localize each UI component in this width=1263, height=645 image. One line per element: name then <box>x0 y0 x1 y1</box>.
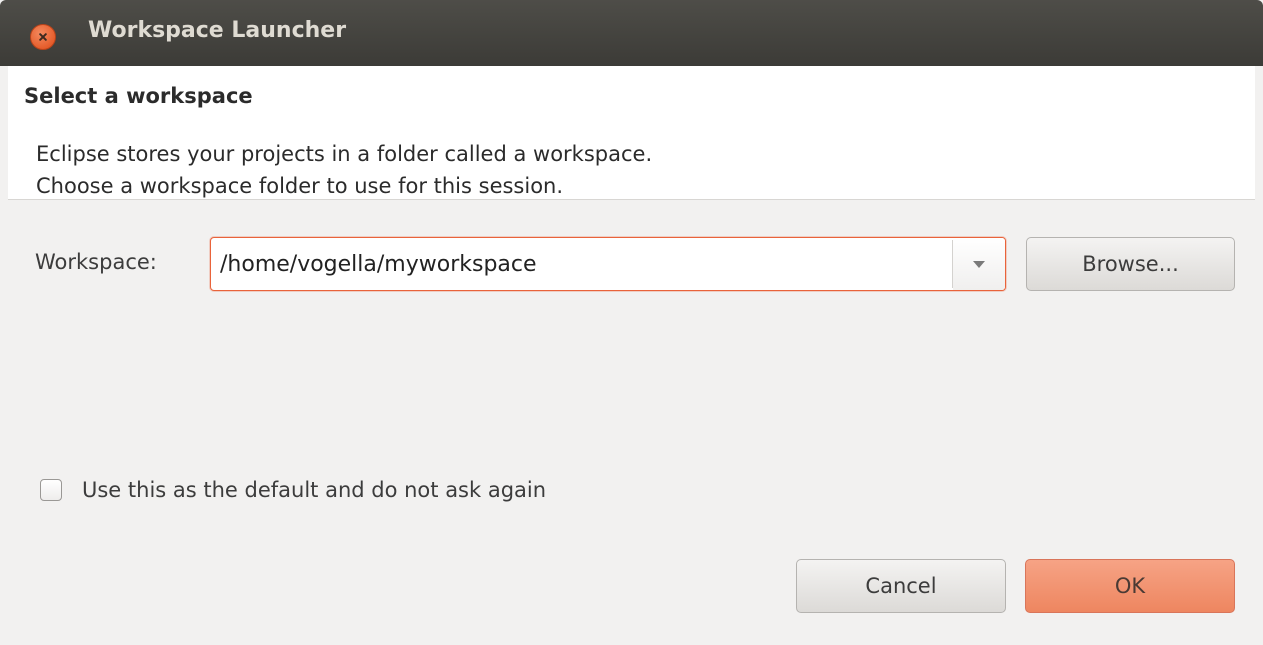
cancel-button[interactable]: Cancel <box>796 559 1006 613</box>
left-border <box>0 66 8 645</box>
browse-button[interactable]: Browse... <box>1026 237 1235 291</box>
default-checkbox[interactable] <box>40 479 62 501</box>
default-option-row[interactable]: Use this as the default and do not ask a… <box>40 478 546 502</box>
description-line-1: Eclipse stores your projects in a folder… <box>36 142 653 166</box>
workspace-combo[interactable] <box>210 237 1006 291</box>
workspace-input[interactable] <box>211 238 951 290</box>
title-bar[interactable]: Workspace Launcher <box>0 0 1263 66</box>
dialog-header: Select a workspace Eclipse stores your p… <box>8 66 1255 200</box>
ok-button[interactable]: OK <box>1025 559 1235 613</box>
description-line-2: Choose a workspace folder to use for thi… <box>36 174 564 198</box>
window-title: Workspace Launcher <box>88 18 347 43</box>
workspace-launcher-dialog: Workspace Launcher Select a workspace Ec… <box>0 0 1263 645</box>
close-icon[interactable] <box>30 24 56 50</box>
header-description: Eclipse stores your projects in a folder… <box>36 138 652 202</box>
right-border <box>1255 66 1263 645</box>
header-title: Select a workspace <box>24 84 253 108</box>
chevron-down-icon[interactable] <box>953 238 1005 290</box>
default-checkbox-label[interactable]: Use this as the default and do not ask a… <box>82 478 546 502</box>
workspace-label: Workspace: <box>35 250 157 274</box>
